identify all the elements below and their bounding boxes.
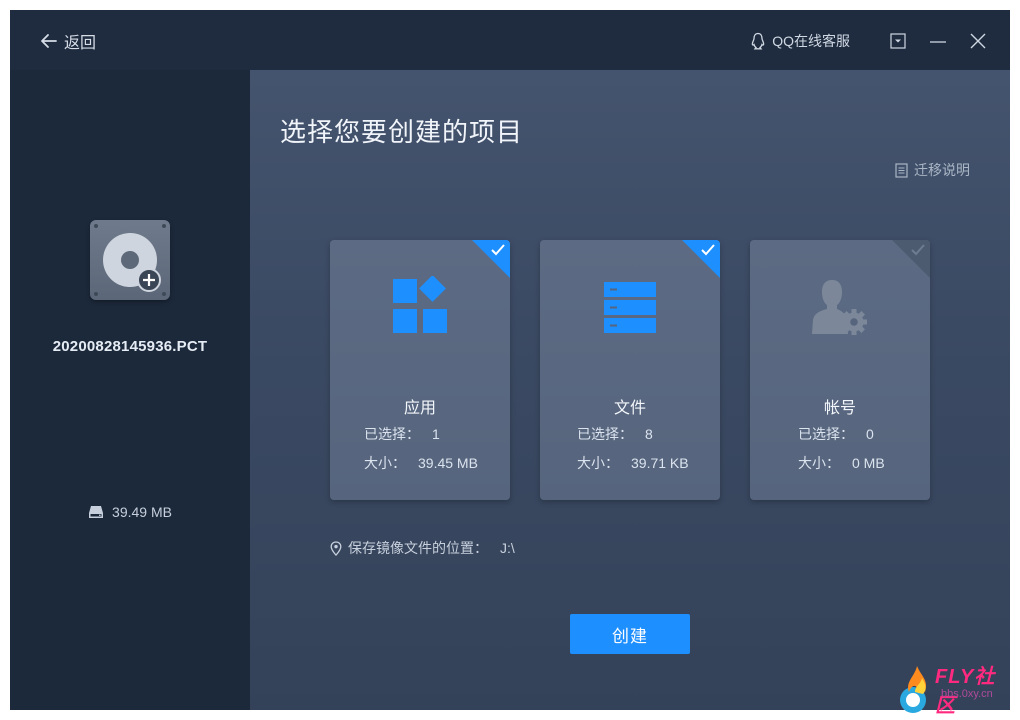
- checkmark-icon: [491, 244, 505, 256]
- back-label: 返回: [64, 35, 97, 52]
- card-selected-row: 已选择： 1: [364, 424, 440, 444]
- selected-key: 已选择：: [577, 426, 633, 442]
- watermark-logo: FLY社区 bbs.0xy.cn: [895, 660, 1015, 717]
- location-pin-icon: [330, 540, 342, 556]
- card-size-row: 大小： 39.45 MB: [364, 453, 478, 473]
- save-location-value: J:\: [500, 540, 515, 556]
- size-value: 0 MB: [852, 455, 885, 471]
- size-key: 大小：: [798, 455, 840, 471]
- arrow-left-icon: [41, 34, 57, 48]
- app-window: 返回 QQ在线客服 20200828145936.PCT 39.49 MB 选择…: [10, 10, 1010, 710]
- apps-icon-wrap: [330, 276, 510, 336]
- save-location-label: 保存镜像文件的位置：: [348, 540, 488, 556]
- user-settings-icon: [812, 280, 867, 335]
- selected-key: 已选择：: [798, 426, 854, 442]
- watermark-subtext: bbs.0xy.cn: [941, 688, 993, 700]
- accounts-icon-wrap: [750, 276, 930, 336]
- file-size-value: 39.49 MB: [112, 504, 172, 520]
- selected-value: 0: [866, 426, 874, 442]
- minimize-icon: [930, 41, 946, 43]
- checkmark-icon: [701, 244, 715, 256]
- close-icon: [970, 33, 986, 49]
- main-panel: 选择您要创建的项目 迁移说明 应用 已选择： 1 大小： 39.45 MB 文件…: [250, 70, 1010, 710]
- file-stack-icon: [604, 282, 656, 333]
- qq-service-label: QQ在线客服: [772, 33, 850, 49]
- files-icon-wrap: [540, 276, 720, 336]
- save-location[interactable]: 保存镜像文件的位置： J:\: [330, 538, 515, 558]
- card-accounts[interactable]: 帐号 已选择： 0 大小： 0 MB: [750, 240, 930, 500]
- card-label: 帐号: [823, 400, 856, 417]
- card-size-row: 大小： 39.71 KB: [577, 453, 689, 473]
- size-key: 大小：: [364, 455, 406, 471]
- qq-service-button[interactable]: QQ在线客服: [750, 31, 850, 51]
- size-value: 39.45 MB: [418, 455, 478, 471]
- card-files[interactable]: 文件 已选择： 8 大小： 39.71 KB: [540, 240, 720, 500]
- migration-help-link[interactable]: 迁移说明: [895, 160, 970, 180]
- card-selected-row: 已选择： 8: [577, 424, 653, 444]
- title-bar: 返回 QQ在线客服: [10, 10, 1010, 70]
- migration-help-label: 迁移说明: [914, 162, 970, 178]
- image-file-size: 39.49 MB: [10, 504, 250, 520]
- title-bar-controls: QQ在线客服: [750, 28, 988, 54]
- selected-value: 1: [432, 426, 440, 442]
- card-size-row: 大小： 0 MB: [798, 453, 885, 473]
- size-value: 39.71 KB: [631, 455, 689, 471]
- size-key: 大小：: [577, 455, 619, 471]
- disk-image-icon: [90, 220, 170, 300]
- flame-logo-icon: [900, 666, 927, 713]
- selected-value: 8: [645, 426, 653, 442]
- left-panel: 20200828145936.PCT 39.49 MB: [10, 70, 250, 710]
- card-label: 文件: [613, 400, 646, 417]
- minimize-button[interactable]: [928, 31, 948, 51]
- close-button[interactable]: [968, 31, 988, 51]
- qq-penguin-icon: [751, 32, 765, 50]
- drive-icon: [89, 506, 104, 518]
- checkmark-icon: [911, 244, 925, 256]
- card-apps[interactable]: 应用 已选择： 1 大小： 39.45 MB: [330, 240, 510, 500]
- dropdown-menu-button[interactable]: [888, 31, 908, 51]
- document-icon: [895, 162, 908, 178]
- apps-grid-icon: [393, 276, 447, 333]
- back-button[interactable]: 返回: [40, 30, 96, 52]
- image-file-name: 20200828145936.PCT: [52, 338, 208, 355]
- dropdown-box-icon: [890, 33, 906, 49]
- card-selected-row: 已选择： 0: [798, 424, 874, 444]
- hard-disk-icon: [103, 233, 161, 292]
- page-title: 选择您要创建的项目: [280, 117, 524, 147]
- card-label: 应用: [403, 400, 436, 417]
- create-button[interactable]: 创建: [570, 614, 690, 654]
- selected-key: 已选择：: [364, 426, 420, 442]
